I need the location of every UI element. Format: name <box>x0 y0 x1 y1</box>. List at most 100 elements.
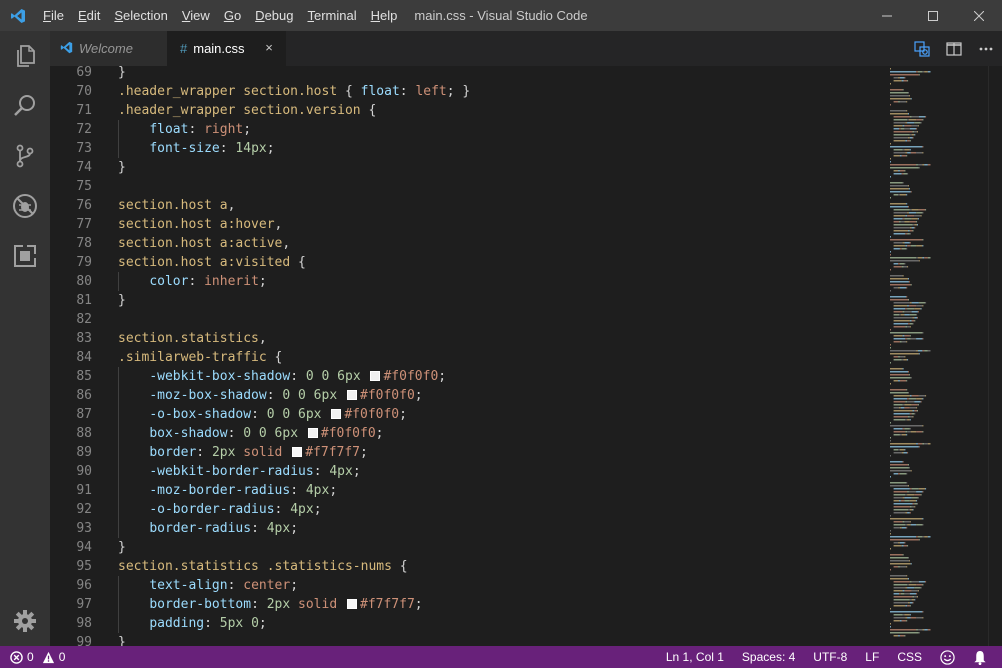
color-swatch[interactable] <box>307 428 318 438</box>
minimap-stroke <box>909 314 917 316</box>
search-button[interactable] <box>0 81 50 131</box>
code-line[interactable]: 97 border-bottom: 2px solid #f7f7f7; <box>50 595 880 614</box>
minimap-stroke <box>908 464 909 466</box>
minimap-stroke <box>917 536 923 538</box>
minimap-stroke <box>920 494 922 496</box>
minimap[interactable] <box>884 66 984 646</box>
maximize-button[interactable] <box>910 0 956 31</box>
color-swatch[interactable] <box>370 371 381 381</box>
minimap-stroke <box>890 182 903 184</box>
line-number: 98 <box>76 616 92 631</box>
code-line[interactable]: 86 -moz-box-shadow: 0 0 6px #f0f0f0; <box>50 386 880 405</box>
minimap-stroke <box>909 116 912 118</box>
explorer-button[interactable] <box>0 31 50 81</box>
code-line[interactable]: 81} <box>50 291 880 310</box>
code-line[interactable]: 83 section.statistics, <box>50 329 880 348</box>
problems-indicator[interactable]: 0 0 <box>10 646 65 668</box>
code-line[interactable]: 91 -moz-border-radius: 4px; <box>50 481 880 500</box>
code-line[interactable]: 88 box-shadow: 0 0 6px #f0f0f0; <box>50 424 880 443</box>
menu-debug[interactable]: Debug <box>248 0 300 31</box>
source-control-button[interactable] <box>0 131 50 181</box>
indentation[interactable]: Spaces: 4 <box>733 646 804 668</box>
code-line[interactable]: 82 <box>50 310 880 329</box>
extensions-button[interactable] <box>0 231 50 281</box>
cursor-position[interactable]: Ln 1, Col 1 <box>657 646 733 668</box>
minimap-stroke <box>909 512 911 514</box>
code-line[interactable]: 75 <box>50 177 880 196</box>
code-line[interactable]: 70 .header_wrapper section.host { float: … <box>50 82 880 101</box>
code-line[interactable]: 77 section.host a:hover, <box>50 215 880 234</box>
menu-help[interactable]: Help <box>364 0 405 31</box>
code-line[interactable]: 74} <box>50 158 880 177</box>
code-editor[interactable]: 69} 70 .header_wrapper section.host { floa… <box>50 66 1002 646</box>
minimap-stroke <box>905 233 908 235</box>
line-number: 85 <box>76 369 92 384</box>
close-window-button[interactable] <box>956 0 1002 31</box>
open-changes-button[interactable] <box>906 31 938 66</box>
minimap-stroke <box>916 221 918 223</box>
code-line[interactable]: 95 section.statistics .statistics-nums { <box>50 557 880 576</box>
close-tab-icon[interactable]: × <box>262 41 276 55</box>
menu-view[interactable]: View <box>175 0 217 31</box>
language-mode[interactable]: CSS <box>888 646 931 668</box>
minimap-stroke <box>893 413 910 415</box>
minimap-stroke <box>899 287 907 289</box>
menu-file[interactable]: File <box>36 0 71 31</box>
code-line[interactable]: 71 .header_wrapper section.version { <box>50 101 880 120</box>
code-line[interactable]: 93 border-radius: 4px; <box>50 519 880 538</box>
code-line[interactable]: 85 -webkit-box-shadow: 0 0 6px #f0f0f0; <box>50 367 880 386</box>
minimap-stroke <box>901 155 907 157</box>
tab-welcome[interactable]: Welcome <box>50 31 167 66</box>
code-line[interactable]: 72 float: right; <box>50 120 880 139</box>
notifications-button[interactable] <box>964 646 996 668</box>
code-line[interactable]: 89 border: 2px solid #f7f7f7; <box>50 443 880 462</box>
minimap-stroke <box>922 332 924 334</box>
vertical-scrollbar[interactable] <box>988 66 1002 646</box>
menu-go[interactable]: Go <box>217 0 248 31</box>
minimap-stroke <box>900 593 905 595</box>
menu-terminal[interactable]: Terminal <box>300 0 363 31</box>
manage-button[interactable] <box>0 596 50 646</box>
code-line[interactable]: 73 font-size: 14px; <box>50 139 880 158</box>
code-token: : <box>313 464 330 479</box>
end-of-line[interactable]: LF <box>856 646 888 668</box>
code-line[interactable]: 96 text-align: center; <box>50 576 880 595</box>
code-token: box-shadow <box>149 426 228 441</box>
color-swatch[interactable] <box>331 409 342 419</box>
code-token: : <box>290 483 306 498</box>
code-line[interactable]: 78 section.host a:active, <box>50 234 880 253</box>
minimap-stroke <box>902 554 904 556</box>
color-swatch[interactable] <box>347 599 357 609</box>
minimap-stroke <box>899 620 902 622</box>
code-line[interactable]: 87 -o-box-shadow: 0 0 6px #f0f0f0; <box>50 405 880 424</box>
line-code: section.host a, <box>118 196 235 215</box>
color-swatch[interactable] <box>292 447 303 457</box>
color-swatch[interactable] <box>347 390 357 400</box>
code-line[interactable]: 80 color: inherit; <box>50 272 880 291</box>
status-bar-right: Ln 1, Col 1 Spaces: 4 UTF-8 LF CSS <box>657 646 996 668</box>
code-line[interactable]: 98 padding: 5px 0; <box>50 614 880 633</box>
code-line[interactable]: 92 -o-border-radius: 4px; <box>50 500 880 519</box>
code-line[interactable]: 84 .similarweb-traffic { <box>50 348 880 367</box>
tab-main-css[interactable]: # main.css × <box>167 31 287 66</box>
code-line[interactable]: 69} <box>50 66 880 82</box>
minimap-stroke <box>904 77 906 79</box>
minimize-button[interactable] <box>864 0 910 31</box>
encoding[interactable]: UTF-8 <box>804 646 856 668</box>
code-line[interactable]: 94} <box>50 538 880 557</box>
code-line[interactable]: 79 section.host a:visited { <box>50 253 880 272</box>
split-editor-button[interactable] <box>938 31 970 66</box>
menu-edit[interactable]: Edit <box>71 0 107 31</box>
code-token: 5px 0 <box>219 616 259 631</box>
more-actions-button[interactable] <box>970 31 1002 66</box>
code-line[interactable]: 90 -webkit-border-radius: 4px; <box>50 462 880 481</box>
minimap-stroke <box>924 71 928 73</box>
debug-button[interactable] <box>0 181 50 231</box>
feedback-button[interactable] <box>931 646 964 668</box>
code-line[interactable]: 99} <box>50 633 880 646</box>
menu-selection[interactable]: Selection <box>107 0 174 31</box>
code-line[interactable]: 76 section.host a, <box>50 196 880 215</box>
minimap-stroke <box>917 590 919 592</box>
minimap-stroke <box>899 380 907 382</box>
